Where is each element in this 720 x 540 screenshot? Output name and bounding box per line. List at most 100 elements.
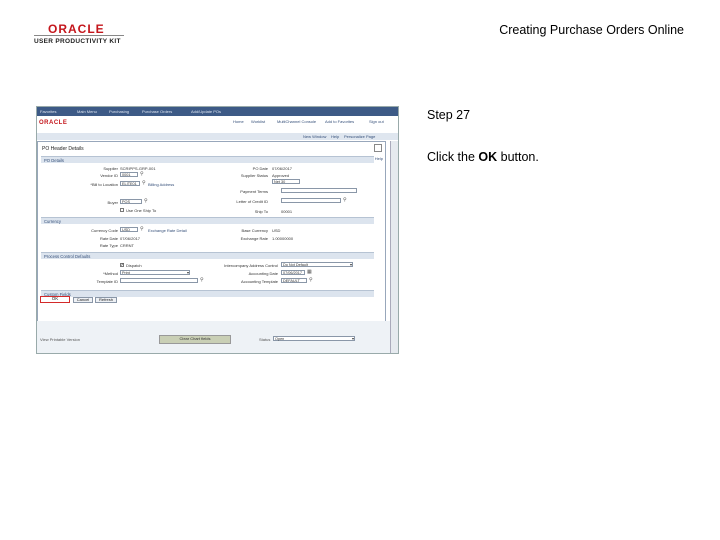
instruction-post: button. [497, 150, 539, 164]
header-link-worklist[interactable]: Worklist [251, 119, 265, 124]
po-header-details-modal: PO Header Details Help PO Details Suppli… [37, 141, 386, 323]
accounting-template-input[interactable]: DEFAULT [281, 278, 307, 283]
intercompany-label: Intercompany Address Control [224, 263, 278, 268]
section-process-control-label: Process Control Defaults [44, 253, 91, 259]
buyer-input[interactable]: POS [120, 199, 142, 204]
exchange-rate-value: 1.00000000 [272, 236, 294, 241]
application-screenshot: Favorites Main Menu Purchasing Purchase … [36, 106, 399, 354]
step-number: Step 27 [427, 108, 471, 122]
section-currency: Currency [41, 217, 374, 224]
calendar-icon[interactable]: ▦ [307, 269, 312, 275]
instruction-text: Click the OK button. [427, 150, 539, 164]
nav-purchase-orders[interactable]: Purchase Orders [142, 109, 172, 114]
section-custom-fields: Custom Fields [41, 290, 374, 297]
header-link-home[interactable]: Home [233, 119, 244, 124]
header-link-multichannel[interactable]: MultiChannel Console [277, 119, 316, 124]
rate-type-value: CRRNT [120, 243, 134, 248]
modal-title: PO Header Details [42, 146, 84, 152]
nav-main-menu[interactable]: Main Menu [77, 109, 97, 114]
payment-terms-field[interactable] [281, 188, 357, 193]
letter-of-credit-input[interactable] [281, 198, 341, 203]
currency-code-label: Currency Code [91, 228, 118, 233]
background-page: View Printable Version Clear Chart field… [37, 321, 398, 353]
template-id-label: Template ID [96, 279, 118, 284]
vendor-id-input[interactable]: 0001 [120, 172, 138, 177]
exchange-rate-detail-link[interactable]: Exchange Rate Detail [148, 228, 187, 233]
app-logo: ORACLE [39, 120, 68, 126]
close-icon[interactable] [374, 144, 382, 152]
billing-address-link[interactable]: Billing Address [148, 182, 174, 187]
rate-date-label: Rate Date [99, 236, 118, 241]
status-label: Status [259, 337, 271, 342]
lookup-icon[interactable]: ⚲ [140, 226, 144, 232]
clear-chartfields-button[interactable]: Clear Chart fields [159, 335, 231, 344]
base-currency-value: USD [272, 228, 281, 233]
po-date-label: PO Date [252, 166, 268, 171]
template-id-input[interactable] [120, 278, 198, 283]
supplier-status-label: Supplier Status [240, 173, 268, 178]
subbar-personalize[interactable]: Personalize Page [344, 134, 375, 139]
oracle-upk-logo: ORACLE USER PRODUCTIVITY KIT [34, 22, 124, 48]
supplier-status-value: Approved [272, 173, 290, 178]
lookup-icon[interactable]: ⚲ [144, 198, 148, 204]
nav-add-update-pos[interactable]: Add/Update POs [191, 109, 221, 114]
supplier-label: Supplier [103, 166, 118, 171]
header-link-favorites[interactable]: Add to Favorites [325, 119, 354, 124]
section-po-details-label: PO Details [44, 157, 65, 163]
help-link[interactable]: Help [375, 156, 383, 161]
view-printable-link[interactable]: View Printable Version [40, 337, 80, 342]
nav-favorites[interactable]: Favorites [40, 109, 56, 114]
currency-code-input[interactable]: USD [120, 227, 138, 232]
po-date-value: 07/06/2017 [272, 166, 293, 171]
rate-date-value: 07/06/2017 [120, 236, 141, 241]
brand-bar: ORACLE Home Worklist MultiChannel Consol… [37, 116, 398, 134]
nav-purchasing[interactable]: Purchasing [109, 109, 129, 114]
method-select[interactable]: Print [120, 270, 190, 275]
accounting-date-label: Accounting Date [248, 271, 278, 276]
payment-terms-input[interactable]: Net 30 [272, 179, 300, 184]
lookup-icon[interactable]: ⚲ [309, 277, 313, 283]
accounting-template-label: Accounting Template [240, 279, 278, 284]
subbar-new-window[interactable]: New Window [303, 134, 326, 139]
oracle-logo-text: ORACLE [48, 22, 105, 36]
lookup-icon[interactable]: ⚲ [140, 171, 144, 177]
use-one-ship-to-label: Use One Ship To [126, 208, 157, 213]
instruction-pre: Click the [427, 150, 479, 164]
header-link-signout[interactable]: Sign out [369, 119, 384, 124]
cancel-button[interactable]: Cancel [73, 297, 93, 303]
section-currency-label: Currency [44, 218, 61, 224]
top-navigation: Favorites Main Menu Purchasing Purchase … [37, 107, 398, 116]
base-currency-label: Base Currency [241, 228, 268, 233]
exchange-rate-label: Exchange Rate [240, 236, 268, 241]
intercompany-select[interactable]: Do Not Default [281, 262, 353, 267]
dispatch-checkbox[interactable] [120, 262, 124, 268]
section-po-details: PO Details [41, 156, 374, 163]
ok-button[interactable]: OK [40, 296, 70, 303]
ship-to-value: 00001 [281, 209, 293, 214]
lookup-icon[interactable]: ⚲ [142, 180, 146, 186]
use-one-ship-to-checkbox[interactable] [120, 208, 124, 212]
subbar-help[interactable]: Help [331, 134, 339, 139]
dispatch-label: Dispatch [126, 263, 142, 268]
location-input[interactable]: ELITE01 [120, 181, 140, 186]
lookup-icon[interactable]: ⚲ [200, 277, 204, 283]
letter-of-credit-label: Letter of Credit ID [236, 199, 268, 204]
supplier-value: SCRIPPS-GRP-001 [120, 166, 156, 171]
accounting-date-input[interactable]: 07/06/2017 [281, 270, 305, 275]
section-process-control: Process Control Defaults [41, 252, 374, 259]
status-select[interactable]: Open [273, 336, 355, 341]
instruction-bold: OK [478, 150, 498, 164]
slide-title: Creating Purchase Orders Online [499, 23, 684, 37]
logo-tagline: USER PRODUCTIVITY KIT [34, 38, 121, 45]
ship-to-label: Ship To [254, 209, 268, 214]
lookup-icon[interactable]: ⚲ [343, 197, 347, 203]
payment-terms-label: Payment Terms [240, 189, 268, 194]
logo-rule [34, 35, 124, 36]
rate-type-label: Rate Type [99, 243, 118, 248]
method-label: *Method [103, 271, 118, 276]
location-label: *Bill to Location [90, 182, 118, 187]
buyer-label: Buyer [107, 200, 118, 205]
vertical-scrollbar[interactable] [390, 141, 398, 353]
refresh-button[interactable]: Refresh [95, 297, 117, 303]
sub-bar: New Window Help Personalize Page [37, 133, 398, 140]
